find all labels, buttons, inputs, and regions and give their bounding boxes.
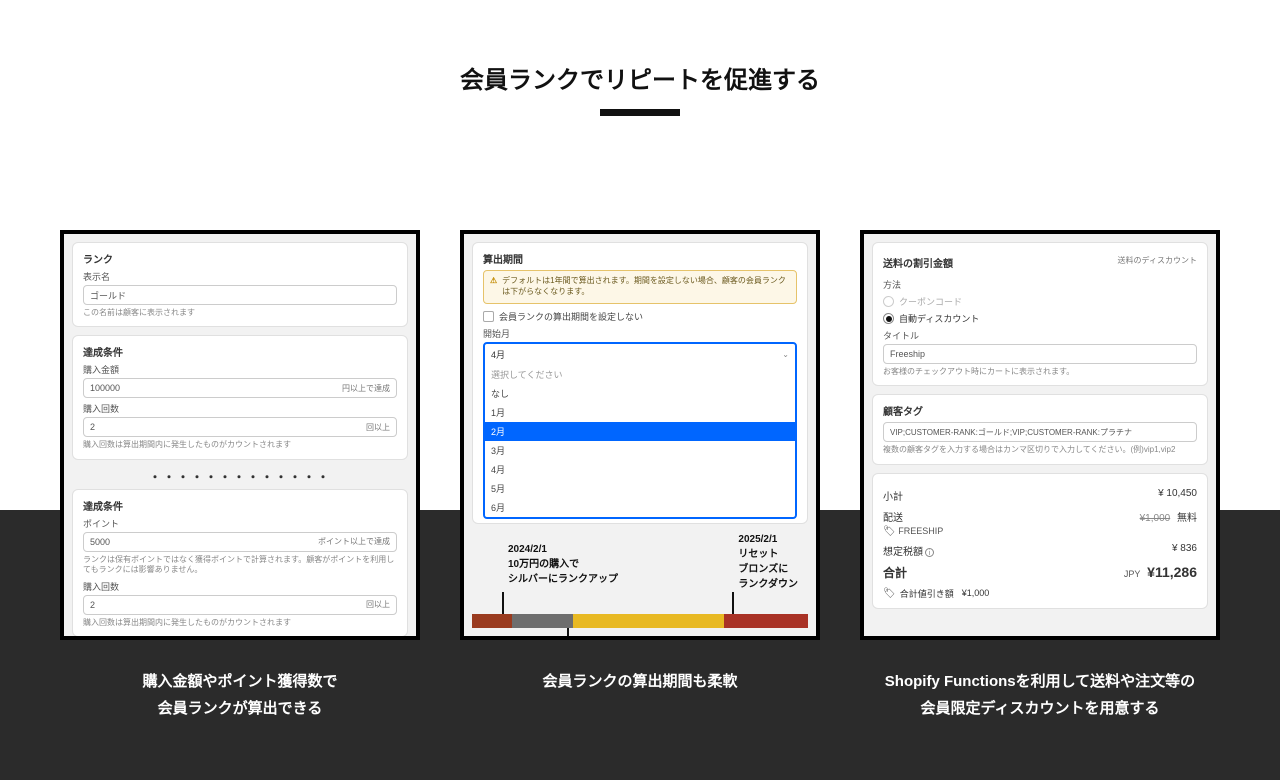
title-hint: お客様のチェックアウト時にカートに表示されます。 <box>883 367 1197 377</box>
cond2-point-hint: ランクは保有ポイントではなく獲得ポイントで計算されます。顧客がポイントを利用して… <box>83 555 397 576</box>
rank-name-input[interactable]: ゴールド <box>83 285 397 305</box>
select-option[interactable]: 2月 <box>485 422 795 441</box>
method-label: 方法 <box>883 278 1197 291</box>
ship-label: 配送 <box>883 509 903 524</box>
screenshot-left: ランク 表示名 ゴールド この名前は顧客に表示されます 達成条件 購入金額 10… <box>60 230 420 640</box>
warning-icon: ⚠ <box>490 276 497 298</box>
timeline-note-a: 2024/2/1 10万円の購入で シルバーにランクアップ <box>508 542 618 587</box>
timeline-note-b: 2025/2/1 リセット ブロンズに ランクダウン <box>738 532 798 592</box>
ship-value: 無料 <box>1177 513 1197 524</box>
period-card: 算出期間 ⚠ デフォルトは1年間で算出されます。期間を設定しない場合、顧客の会員… <box>472 242 808 524</box>
title-underline <box>600 109 680 116</box>
ship-tag: 🏷 FREESHIP <box>883 526 1197 537</box>
screenshot-right: 送料の割引金額 送料のディスカウント 方法 クーポンコード 自動ディスカウント … <box>860 230 1220 640</box>
rank-name-hint: この名前は顧客に表示されます <box>83 308 397 318</box>
cond1-hint: 購入回数は算出期間内に発生したものがカウントされます <box>83 440 397 450</box>
timeline-seg-silver <box>573 614 724 628</box>
timeline-bar <box>472 614 808 628</box>
select-option[interactable]: 3月 <box>485 441 795 460</box>
select-option[interactable]: 1月 <box>485 403 795 422</box>
cond1-heading: 達成条件 <box>83 344 397 359</box>
tags-hint: 複数の顧客タグを入力する場合はカンマ区切りで入力してください。(例)vip1,v… <box>883 445 1197 455</box>
rank-card: ランク 表示名 ゴールド この名前は顧客に表示されます <box>72 242 408 327</box>
subtotal-value: ¥ 10,450 <box>1158 488 1197 503</box>
radio-coupon[interactable]: クーポンコード <box>883 295 1197 308</box>
period-checkbox[interactable]: 会員ランクの算出期間を設定しない <box>483 310 797 323</box>
cond1-count-input[interactable]: 2 回以上 <box>83 417 397 437</box>
tags-input[interactable]: VIP;CUSTOMER-RANK:ゴールド;VIP;CUSTOMER-RANK… <box>883 422 1197 442</box>
dots-separator: ・・・・・・・・・・・・・ <box>72 468 408 485</box>
caption-left: 購入金額やポイント獲得数で会員ランクが算出できる <box>50 668 430 722</box>
tax-label: 想定税額i <box>883 543 934 558</box>
title-input[interactable]: Freeship <box>883 344 1197 364</box>
select-option[interactable]: 5月 <box>485 479 795 498</box>
tags-card: 顧客タグ VIP;CUSTOMER-RANK:ゴールド;VIP;CUSTOMER… <box>872 394 1208 464</box>
col-right: 送料の割引金額 送料のディスカウント 方法 クーポンコード 自動ディスカウント … <box>860 230 1220 722</box>
start-month-label: 開始月 <box>483 327 797 340</box>
caption-mid: 会員ランクの算出期間も柔軟 <box>450 668 830 695</box>
select-option[interactable]: なし <box>485 384 795 403</box>
discount-badge: 送料のディスカウント <box>1118 255 1197 274</box>
timeline-seg-bronze <box>472 614 512 628</box>
cond1-amount-input[interactable]: 100000 円以上で達成 <box>83 378 397 398</box>
period-alert: ⚠ デフォルトは1年間で算出されます。期間を設定しない場合、顧客の会員ランクは下… <box>483 270 797 304</box>
grand-label: 合計 <box>883 564 907 581</box>
info-icon[interactable]: i <box>925 548 934 557</box>
caption-right: Shopify Functionsを利用して送料や注文等の会員限定ディスカウント… <box>850 668 1230 722</box>
rank-heading: ランク <box>83 251 397 266</box>
radio-icon <box>883 296 894 307</box>
timeline-seg-gray <box>512 614 572 628</box>
grand-value: ¥11,286 <box>1147 564 1197 580</box>
subtotal-label: 小計 <box>883 488 903 503</box>
start-month-select[interactable]: 4月 ⌄ 選択してください なし 1月 2月 3月 4月 5月 6月 <box>483 342 797 519</box>
cond2-count-input[interactable]: 2 回以上 <box>83 595 397 615</box>
tags-heading: 顧客タグ <box>883 403 1197 418</box>
select-option-placeholder[interactable]: 選択してください <box>485 365 795 384</box>
ship-old: ¥1,000 <box>1140 513 1171 524</box>
cond2-heading: 達成条件 <box>83 498 397 513</box>
page-title: 会員ランクでリピートを促進する <box>0 60 1280 95</box>
select-option[interactable]: 4月 <box>485 460 795 479</box>
select-option[interactable]: 6月 <box>485 498 795 517</box>
grand-currency: JPY <box>1124 569 1141 579</box>
cond2-card: 達成条件 ポイント 5000 ポイント以上で達成 ランクは保有ポイントではなく獲… <box>72 489 408 637</box>
timeline-seg-gold <box>724 614 808 628</box>
tag-icon: 🏷 <box>883 588 896 599</box>
col-left: ランク 表示名 ゴールド この名前は顧客に表示されます 達成条件 購入金額 10… <box>60 230 420 722</box>
cond1-count-label: 購入回数 <box>83 402 397 415</box>
timeline: 2024/2/1 10万円の購入で シルバーにランクアップ 2025/2/1 リ… <box>472 532 808 640</box>
screenshot-mid: 算出期間 ⚠ デフォルトは1年間で算出されます。期間を設定しない場合、顧客の会員… <box>460 230 820 640</box>
chevron-down-icon: ⌄ <box>782 350 789 359</box>
radio-icon <box>883 313 894 324</box>
period-heading: 算出期間 <box>483 251 797 266</box>
columns: ランク 表示名 ゴールド この名前は顧客に表示されます 達成条件 購入金額 10… <box>0 230 1280 722</box>
cond2-point-input[interactable]: 5000 ポイント以上で達成 <box>83 532 397 552</box>
tax-value: ¥ 836 <box>1172 543 1197 558</box>
cond1-amount-label: 購入金額 <box>83 363 397 376</box>
radio-auto[interactable]: 自動ディスカウント <box>883 312 1197 325</box>
title-label: タイトル <box>883 329 1197 342</box>
cond2-point-label: ポイント <box>83 517 397 530</box>
discount-heading: 送料の割引金額 <box>883 255 953 270</box>
discount-line: 🏷 合計値引き額 ¥1,000 <box>883 587 1197 600</box>
totals-card: 小計 ¥ 10,450 配送 ¥1,000 無料 🏷 FREESHIP <box>872 473 1208 609</box>
discount-card: 送料の割引金額 送料のディスカウント 方法 クーポンコード 自動ディスカウント … <box>872 242 1208 386</box>
tag-icon: 🏷 <box>883 526 896 537</box>
checkbox-icon <box>483 311 494 322</box>
cond1-card: 達成条件 購入金額 100000 円以上で達成 購入回数 2 回以上 購入回数は… <box>72 335 408 459</box>
col-mid: 算出期間 ⚠ デフォルトは1年間で算出されます。期間を設定しない場合、顧客の会員… <box>460 230 820 722</box>
rank-name-label: 表示名 <box>83 270 397 283</box>
cond2-hint: 購入回数は算出期間内に発生したものがカウントされます <box>83 618 397 628</box>
cond2-count-label: 購入回数 <box>83 580 397 593</box>
